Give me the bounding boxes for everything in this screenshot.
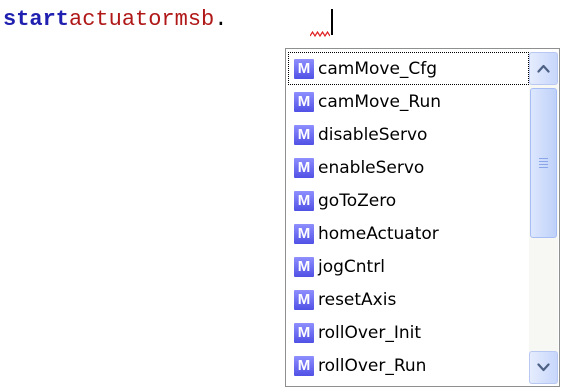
autocomplete-item-disableservo[interactable]: M disableServo [288, 118, 529, 151]
autocomplete-item-label: rollOver_Init [318, 322, 422, 343]
member-access-dot: . [214, 7, 228, 32]
code-line[interactable]: start actuator msb. [3, 6, 227, 34]
vertical-scrollbar[interactable] [529, 52, 558, 384]
grip-icon [539, 156, 548, 170]
method-icon: M [294, 355, 314, 376]
chevron-up-icon [537, 64, 550, 73]
autocomplete-item-label: enableServo [318, 157, 425, 178]
autocomplete-item-label: disableServo [318, 124, 428, 145]
method-icon: M [294, 190, 314, 211]
keyword-start: start [3, 7, 70, 32]
autocomplete-item-label: rollOver_Run [318, 355, 427, 376]
method-icon: M [294, 223, 314, 244]
method-icon: M [294, 58, 314, 79]
autocomplete-item-cammove-run[interactable]: M camMove_Run [288, 85, 529, 118]
scrollbar-thumb[interactable] [530, 88, 557, 238]
scroll-down-button[interactable] [529, 351, 558, 384]
autocomplete-item-cammove-cfg[interactable]: M camMove_Cfg [288, 52, 529, 85]
autocomplete-item-rollover-init[interactable]: M rollOver_Init [288, 316, 529, 349]
autocomplete-item-label: resetAxis [318, 289, 397, 310]
text-cursor [331, 9, 333, 35]
method-icon: M [294, 322, 314, 343]
autocomplete-item-label: goToZero [318, 190, 397, 211]
autocomplete-item-label: jogCntrl [318, 256, 385, 277]
autocomplete-item-enableservo[interactable]: M enableServo [288, 151, 529, 184]
error-squiggle [310, 31, 330, 37]
autocomplete-item-resetaxis[interactable]: M resetAxis [288, 283, 529, 316]
method-icon: M [294, 91, 314, 112]
autocomplete-item-gotozero[interactable]: M goToZero [288, 184, 529, 217]
autocomplete-popup: M camMove_Cfg M camMove_Run M disableSer… [285, 48, 560, 387]
method-icon: M [294, 124, 314, 145]
method-icon: M [294, 256, 314, 277]
identifier-msb: msb [174, 7, 215, 32]
autocomplete-item-homeactuator[interactable]: M homeActuator [288, 217, 529, 250]
autocomplete-item-label: camMove_Run [318, 91, 442, 112]
autocomplete-item-label: homeActuator [318, 223, 439, 244]
method-icon: M [294, 157, 314, 178]
autocomplete-item-label: camMove_Cfg [318, 58, 438, 79]
identifier-actuator: actuator [69, 7, 175, 32]
chevron-down-icon [537, 363, 550, 372]
autocomplete-list: M camMove_Cfg M camMove_Run M disableSer… [288, 52, 529, 382]
autocomplete-item-rollover-run[interactable]: M rollOver_Run [288, 349, 529, 382]
autocomplete-item-jogcntrl[interactable]: M jogCntrl [288, 250, 529, 283]
scroll-up-button[interactable] [529, 52, 558, 85]
method-icon: M [294, 289, 314, 310]
